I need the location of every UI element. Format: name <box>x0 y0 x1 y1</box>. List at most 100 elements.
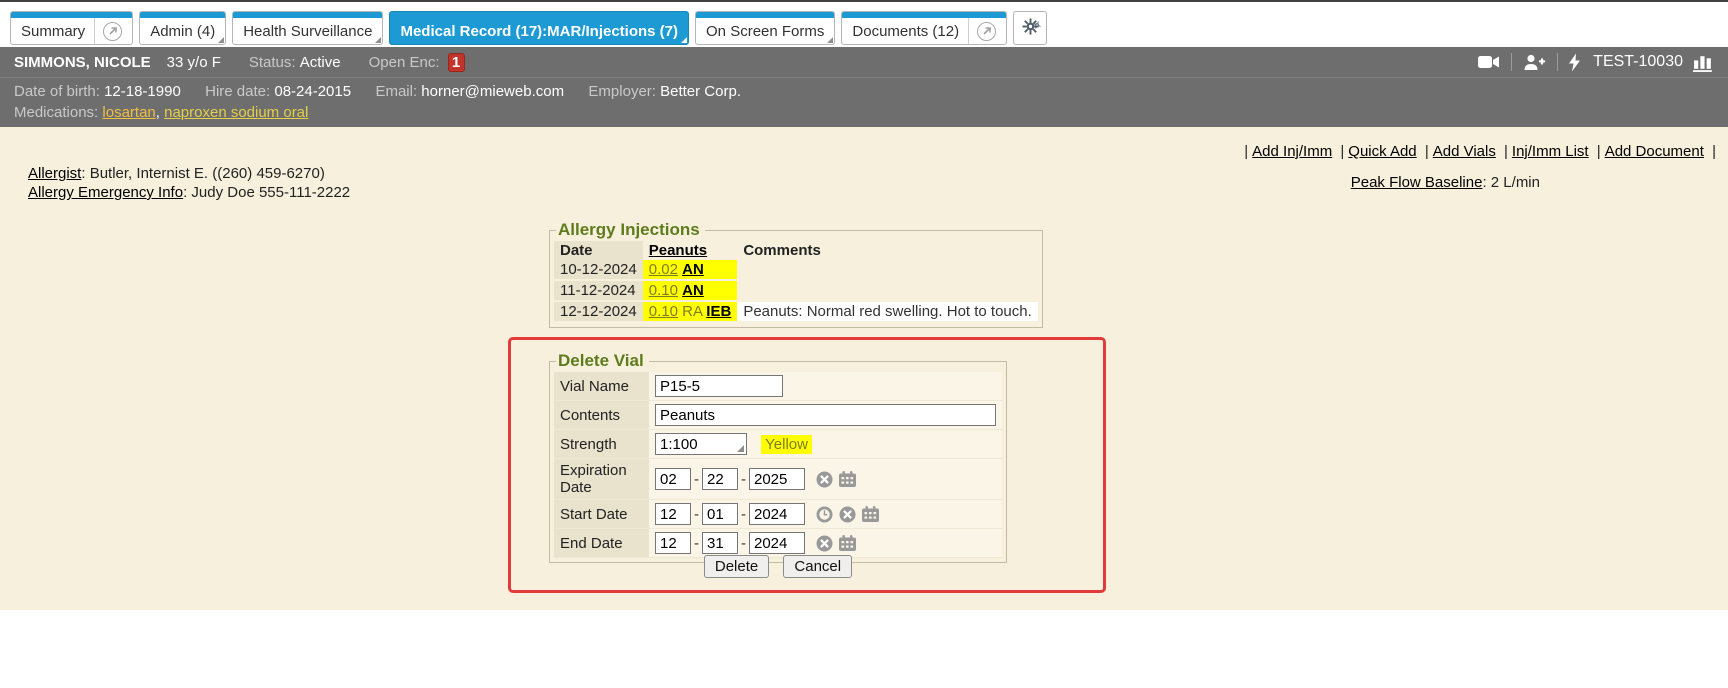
hire-date-label: Hire date: <box>205 83 270 100</box>
tab-medical-record[interactable]: Medical Record (17):MAR/Injections (7) <box>389 11 689 45</box>
clear-date-icon[interactable] <box>816 535 833 552</box>
col-header-date: Date <box>554 241 643 260</box>
end-date-label: End Date <box>554 529 649 558</box>
form-row-expiration-date: Expiration Date - - <box>554 459 1002 500</box>
email-value: horner@mieweb.com <box>421 83 564 100</box>
quick-add-link[interactable]: Quick Add <box>1348 143 1416 160</box>
reaction-code[interactable]: RA <box>682 303 702 320</box>
tab-documents[interactable]: Documents (12) <box>841 11 1007 45</box>
tab-health-surveillance-label: Health Surveillance <box>243 23 372 40</box>
start-day-input[interactable] <box>702 503 738 525</box>
table-header-row: Date Peanuts Comments <box>554 241 1038 260</box>
calendar-icon[interactable] <box>839 471 856 487</box>
allergy-injections-table: Date Peanuts Comments 10-12-2024 0.02 AN… <box>554 241 1038 323</box>
tab-on-screen-forms[interactable]: On Screen Forms <box>695 11 835 45</box>
allergy-injections-panel: Allergy Injections Date Peanuts Comments… <box>549 220 1043 328</box>
expiration-year-input[interactable] <box>749 468 805 490</box>
end-day-input[interactable] <box>702 532 738 554</box>
add-inj-imm-link[interactable]: Add Inj/Imm <box>1252 143 1332 160</box>
demographics-line-1: Date of birth: 12-18-1990 Hire date: 08-… <box>14 81 1714 102</box>
tab-health-surveillance[interactable]: Health Surveillance <box>232 11 383 45</box>
vial-name-input[interactable] <box>655 375 783 397</box>
expiration-day-input[interactable] <box>702 468 738 490</box>
delete-button[interactable]: Delete <box>704 555 769 578</box>
date-separator: - <box>741 471 746 488</box>
tab-bar: Summary Admin (4) Health Surveillance Me… <box>0 2 1728 47</box>
reaction-code-link[interactable]: AN <box>682 282 704 299</box>
popout-icon[interactable] <box>977 22 996 41</box>
dose-link[interactable]: 0.10 <box>649 303 678 320</box>
employer-value: Better Corp. <box>660 83 741 100</box>
tab-admin-label: Admin (4) <box>150 23 215 40</box>
calendar-icon[interactable] <box>839 535 856 551</box>
strength-input[interactable] <box>655 433 747 455</box>
divider <box>1557 53 1558 71</box>
dose-link[interactable]: 0.10 <box>649 282 678 299</box>
separator: | <box>1504 143 1508 160</box>
form-row-contents: Contents <box>554 401 1002 430</box>
tab-summary[interactable]: Summary <box>10 11 133 45</box>
open-enc-badge[interactable]: 1 <box>448 53 465 72</box>
start-date-label: Start Date <box>554 500 649 529</box>
patient-age-sex: 33 y/o F <box>167 54 221 71</box>
reaction-code-link[interactable]: IEB <box>706 303 731 320</box>
add-user-icon[interactable] <box>1523 54 1546 71</box>
cancel-button[interactable]: Cancel <box>783 555 852 578</box>
peak-flow-link[interactable]: Peak Flow Baseline <box>1351 174 1483 191</box>
injection-comment: Peanuts: Normal red swelling. Hot to tou… <box>737 301 1037 322</box>
medication-link-naproxen[interactable]: naproxen sodium oral <box>164 104 308 121</box>
date-separator: - <box>741 535 746 552</box>
tab-admin[interactable]: Admin (4) <box>139 11 226 45</box>
clear-date-icon[interactable] <box>839 506 856 523</box>
separator: | <box>1597 143 1601 160</box>
calendar-icon[interactable] <box>862 506 879 522</box>
patient-name: SIMMONS, NICOLE <box>14 54 151 71</box>
end-month-input[interactable] <box>655 532 691 554</box>
start-year-input[interactable] <box>749 503 805 525</box>
demographics-bar: Date of birth: 12-18-1990 Hire date: 08-… <box>0 77 1728 127</box>
col-header-peanuts-link[interactable]: Peanuts <box>649 242 707 259</box>
settings-button[interactable] <box>1013 11 1047 45</box>
patient-header-bar: SIMMONS, NICOLE 33 y/o F Status: Active … <box>0 47 1728 77</box>
status-label: Status: <box>249 54 296 71</box>
strength-label: Strength <box>554 430 649 459</box>
open-enc-label: Open Enc: <box>369 54 440 71</box>
add-vials-link[interactable]: Add Vials <box>1433 143 1496 160</box>
inj-imm-list-link[interactable]: Inj/Imm List <box>1512 143 1589 160</box>
allergy-emergency-value: Judy Doe 555-111-2222 <box>191 184 350 201</box>
hire-date-value: 08-24-2015 <box>274 83 351 100</box>
reaction-code-link[interactable]: AN <box>682 261 704 278</box>
dose-link[interactable]: 0.02 <box>649 261 678 278</box>
allergist-link[interactable]: Allergist <box>28 165 81 182</box>
add-document-link[interactable]: Add Document <box>1605 143 1704 160</box>
expiration-month-input[interactable] <box>655 468 691 490</box>
strength-input-wrap <box>655 433 747 455</box>
bar-chart-icon[interactable] <box>1693 53 1714 72</box>
main-content: |Add Inj/Imm |Quick Add |Add Vials |Inj/… <box>0 127 1728 610</box>
medications-label: Medications: <box>14 104 98 121</box>
video-camera-icon[interactable] <box>1478 54 1500 70</box>
clear-date-icon[interactable] <box>816 471 833 488</box>
peak-flow-baseline: Peak Flow Baseline: 2 L/min <box>1351 174 1540 191</box>
separator: : <box>81 165 89 182</box>
table-row: 10-12-2024 0.02 AN <box>554 260 1038 280</box>
form-row-vial-name: Vial Name <box>554 372 1002 401</box>
delete-vial-buttons: Delete Cancel <box>549 555 1007 578</box>
clock-icon[interactable] <box>816 506 833 523</box>
lightning-icon[interactable] <box>1569 53 1581 72</box>
dob-value: 12-18-1990 <box>104 83 181 100</box>
popout-icon[interactable] <box>103 22 122 41</box>
allergist-line: Allergist: Butler, Internist E. ((260) 4… <box>28 164 350 183</box>
contents-input[interactable] <box>655 404 996 426</box>
separator: | <box>1425 143 1429 160</box>
allergy-emergency-link[interactable]: Allergy Emergency Info <box>28 184 183 201</box>
delete-vial-title: Delete Vial <box>556 351 649 371</box>
start-date-group: - - <box>655 503 996 525</box>
medication-link-losartan[interactable]: losartan <box>102 104 155 121</box>
end-year-input[interactable] <box>749 532 805 554</box>
employer-label: Employer: <box>588 83 656 100</box>
injection-comment <box>737 260 1037 280</box>
start-month-input[interactable] <box>655 503 691 525</box>
contents-label: Contents <box>554 401 649 430</box>
gear-small-icon <box>1033 16 1041 33</box>
